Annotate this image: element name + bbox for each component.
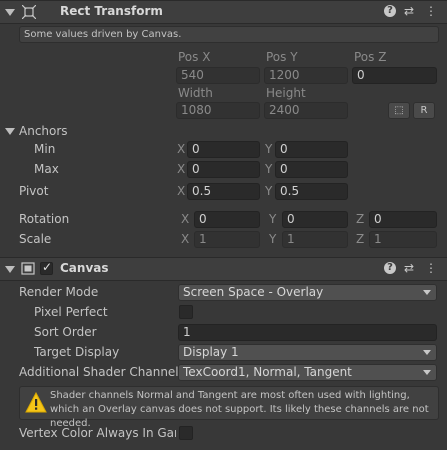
rotation-y-axis-label: Y <box>269 212 277 226</box>
scale-x-axis-label: X <box>181 232 190 246</box>
canvas-header[interactable]: ✓ Canvas ? ⇄ ⋮ <box>0 257 447 281</box>
rect-transform-header[interactable]: Rect Transform ? ⇄ ⋮ <box>0 0 447 24</box>
blueprint-icon: ⬚ <box>394 105 404 116</box>
pixel-perfect-label: Pixel Perfect <box>34 305 108 319</box>
target-display-value: Display 1 <box>183 345 239 359</box>
chevron-down-icon <box>423 350 431 355</box>
rotation-x-field[interactable]: 0 <box>194 211 260 228</box>
pivot-y-axis-label: Y <box>265 184 273 198</box>
pos-x-label: Pos X <box>178 50 211 64</box>
more-options-icon[interactable]: ⋮ <box>424 261 438 275</box>
pivot-x-axis-label: X <box>177 184 186 198</box>
min-x-axis-label: X <box>177 142 186 156</box>
pixel-perfect-checkbox[interactable] <box>179 305 193 319</box>
rotation-x-axis-label: X <box>181 212 190 226</box>
max-y-axis-label: Y <box>265 162 273 176</box>
fold-arrow-icon[interactable] <box>5 9 15 16</box>
rect-transform-icon <box>21 4 37 20</box>
min-x-field[interactable]: 0 <box>187 141 260 158</box>
help-icon[interactable]: ? <box>384 262 396 274</box>
vertex-color-checkbox[interactable] <box>179 426 193 440</box>
rotation-z-axis-label: Z <box>356 212 365 226</box>
render-mode-value: Screen Space - Overlay <box>183 285 324 299</box>
rotation-label: Rotation <box>19 212 70 226</box>
more-options-icon[interactable]: ⋮ <box>424 4 438 18</box>
blueprint-mode-button[interactable]: ⬚ <box>388 102 410 119</box>
scale-z-axis-label: Z <box>356 232 365 246</box>
min-y-axis-label: Y <box>265 142 273 156</box>
max-x-axis-label: X <box>177 162 186 176</box>
render-mode-dropdown[interactable]: Screen Space - Overlay <box>178 284 437 301</box>
width-field[interactable]: 1080 <box>176 102 260 119</box>
raw-edit-button[interactable]: R <box>413 102 435 119</box>
max-x-field[interactable]: 0 <box>187 161 260 178</box>
help-icon[interactable]: ? <box>384 5 396 17</box>
rotation-z-field[interactable]: 0 <box>369 211 437 228</box>
chevron-down-icon <box>423 370 431 375</box>
anchors-label: Anchors <box>19 124 68 138</box>
max-y-field[interactable]: 0 <box>275 161 348 178</box>
height-label: Height <box>266 86 306 100</box>
canvas-title: Canvas <box>60 261 109 275</box>
target-display-label: Target Display <box>34 345 120 359</box>
shader-channels-label: Additional Shader Channels <box>19 365 185 379</box>
pos-z-field[interactable]: 0 <box>352 67 437 84</box>
presets-icon[interactable]: ⇄ <box>402 4 416 18</box>
check-icon: ✓ <box>42 260 53 274</box>
sort-order-field[interactable]: 1 <box>178 324 437 341</box>
presets-icon[interactable]: ⇄ <box>402 261 416 275</box>
pos-z-label: Pos Z <box>354 50 387 64</box>
warning-text: Shader channels Normal and Tangent are m… <box>50 390 429 429</box>
render-mode-label: Render Mode <box>19 285 99 299</box>
height-field[interactable]: 2400 <box>264 102 348 119</box>
canvas-component-icon <box>21 262 35 275</box>
scale-label: Scale <box>19 232 52 246</box>
min-y-field[interactable]: 0 <box>275 141 348 158</box>
pivot-y-field[interactable]: 0.5 <box>275 183 348 200</box>
rotation-y-field[interactable]: 0 <box>282 211 348 228</box>
max-label: Max <box>34 162 59 176</box>
warning-icon <box>25 391 47 414</box>
pos-y-field[interactable]: 1200 <box>264 67 348 84</box>
driven-notice: Some values driven by Canvas. <box>19 26 439 43</box>
pos-x-field[interactable]: 540 <box>176 67 260 84</box>
pos-y-label: Pos Y <box>266 50 298 64</box>
scale-x-field[interactable]: 1 <box>194 231 260 248</box>
shader-channels-value: TexCoord1, Normal, Tangent <box>183 365 352 379</box>
scale-y-field[interactable]: 1 <box>282 231 348 248</box>
scale-y-axis-label: Y <box>269 232 277 246</box>
pivot-x-field[interactable]: 0.5 <box>187 183 260 200</box>
sort-order-label: Sort Order <box>34 325 97 339</box>
chevron-down-icon <box>423 290 431 295</box>
pivot-label: Pivot <box>19 184 49 198</box>
min-label: Min <box>34 142 56 156</box>
anchors-fold-icon[interactable] <box>5 128 15 135</box>
canvas-enabled-checkbox[interactable]: ✓ <box>40 260 53 275</box>
rect-transform-title: Rect Transform <box>60 4 163 18</box>
vertex-color-label: Vertex Color Always In Gamma <box>19 426 176 440</box>
target-display-dropdown[interactable]: Display 1 <box>178 344 437 361</box>
shader-channels-dropdown[interactable]: TexCoord1, Normal, Tangent <box>178 364 437 381</box>
shader-channels-warning: Shader channels Normal and Tangent are m… <box>19 386 439 429</box>
width-label: Width <box>178 86 213 100</box>
scale-z-field[interactable]: 1 <box>369 231 437 248</box>
canvas-fold-arrow-icon[interactable] <box>5 266 15 273</box>
